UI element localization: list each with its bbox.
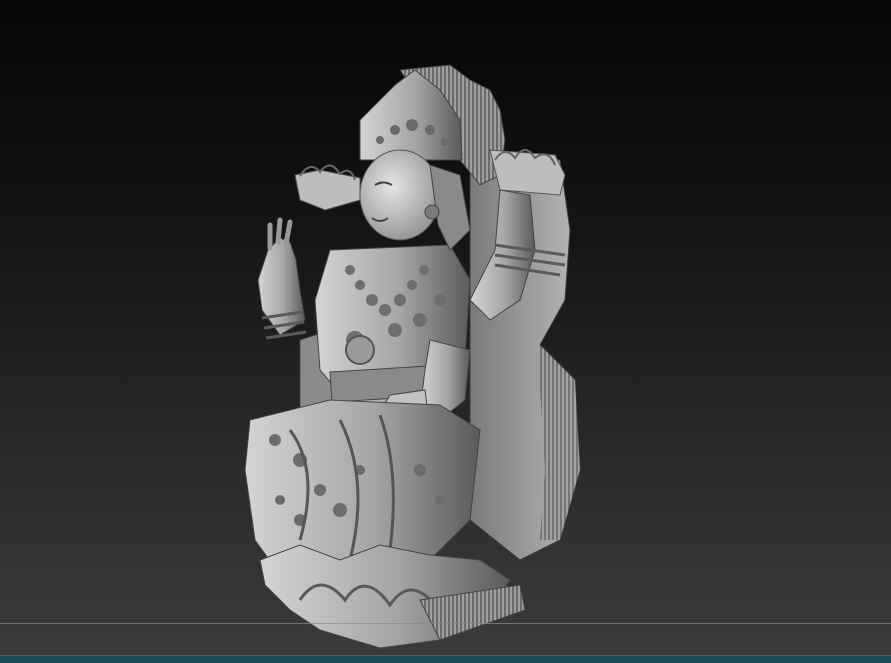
earring [424, 204, 440, 220]
navel-ornament [345, 335, 375, 365]
status-bar [0, 655, 891, 663]
raised-left-hand [257, 237, 306, 336]
sculpture-model[interactable] [0, 0, 891, 655]
upper-left-lotus [294, 164, 361, 211]
upper-right-lotus [489, 149, 566, 196]
floor-grid-line [0, 623, 891, 624]
3d-viewport[interactable] [0, 0, 891, 655]
face [359, 149, 441, 241]
throne-ridges [540, 345, 580, 540]
